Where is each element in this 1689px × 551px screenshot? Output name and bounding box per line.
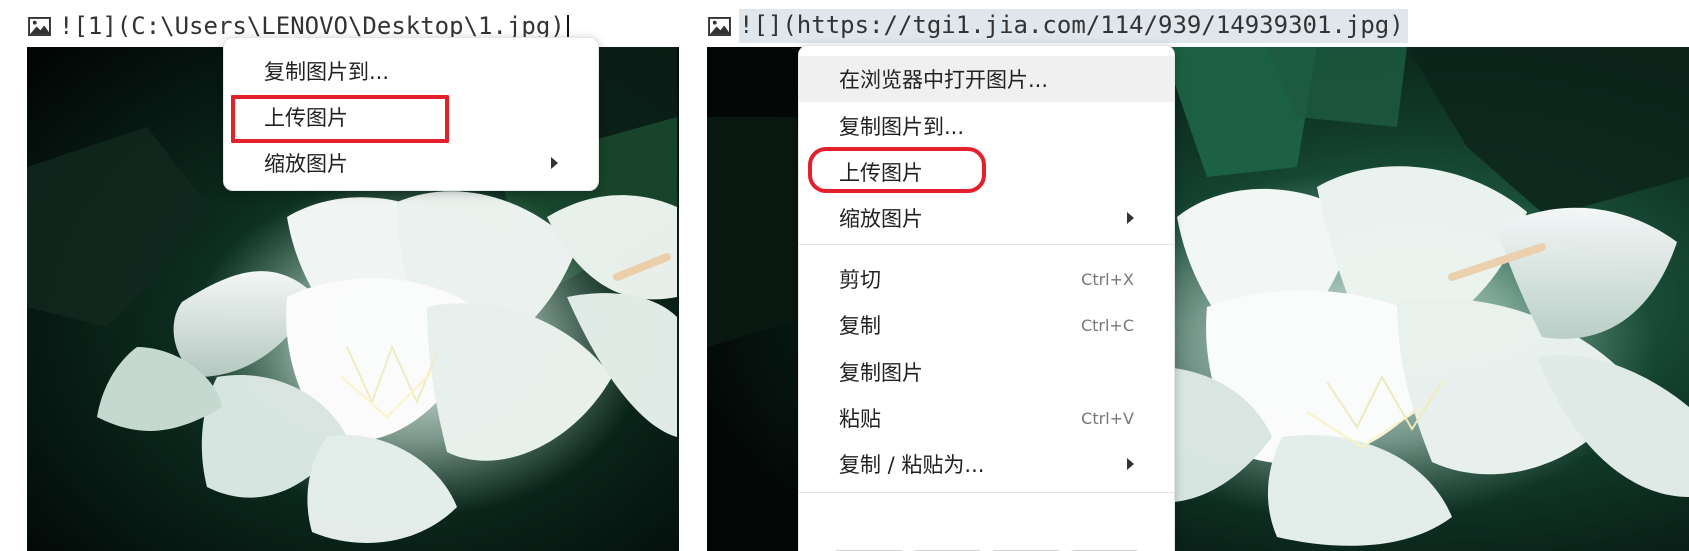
menu-item-label: 在浏览器中打开图片... <box>839 68 1049 92</box>
markdown-image-url-text: ![](https://tgi1.jia.com/114/939/1493930… <box>739 9 1408 43</box>
keyboard-shortcut: Ctrl+X <box>1081 269 1134 289</box>
menu-item-label: 复制图片到... <box>839 115 965 139</box>
image-context-menu-left: 复制图片到... 上传图片 缩放图片 <box>223 37 599 191</box>
menu-item-label: 剪切 <box>839 268 881 292</box>
menu-item-label: 缩放图片 <box>839 207 923 231</box>
markdown-image-source-text: ![1](C:\Users\LENOVO\Desktop\1.jpg) <box>59 12 565 40</box>
keyboard-shortcut: Ctrl+C <box>1080 315 1134 335</box>
upload-image-menu-item[interactable]: 上传图片 <box>224 94 598 140</box>
markdown-image-source-right[interactable]: ![](https://tgi1.jia.com/114/939/1493930… <box>708 6 1508 46</box>
image-context-menu-right: 在浏览器中打开图片... 复制图片到... 上传图片 缩放图片 剪切 Ctrl+… <box>798 45 1175 551</box>
paste-menu-item[interactable]: 粘贴 Ctrl+V <box>799 395 1174 441</box>
submenu-arrow-icon <box>551 157 558 169</box>
menu-item-label: 复制 / 粘贴为... <box>839 453 985 477</box>
menu-item-label: 复制 <box>839 314 881 338</box>
zoom-image-menu-item[interactable]: 缩放图片 <box>224 140 598 186</box>
menu-item-label: 上传图片 <box>264 106 348 130</box>
copy-paste-as-menu-item[interactable]: 复制 / 粘贴为... <box>799 441 1174 487</box>
image-icon <box>28 16 51 36</box>
keyboard-shortcut: Ctrl+V <box>1081 408 1134 428</box>
copy-image-to-menu-item[interactable]: 复制图片到... <box>224 48 598 94</box>
copy-image-to-menu-item[interactable]: 复制图片到... <box>799 103 1174 149</box>
menu-item-label: 复制图片 <box>839 361 923 385</box>
copy-image-menu-item[interactable]: 复制图片 <box>799 349 1174 395</box>
upload-image-menu-item[interactable]: 上传图片 <box>799 149 1174 195</box>
copy-menu-item[interactable]: 复制 Ctrl+C <box>799 302 1174 348</box>
zoom-image-menu-item[interactable]: 缩放图片 <box>799 195 1174 241</box>
menu-item-label: 上传图片 <box>839 161 923 185</box>
menu-item-label: 复制图片到... <box>264 60 390 84</box>
submenu-arrow-icon <box>1127 458 1134 470</box>
menu-item-label: 粘贴 <box>839 407 881 431</box>
screenshot-root: ![1](C:\Users\LENOVO\Desktop\1.jpg) ![](… <box>0 0 1689 551</box>
submenu-arrow-icon <box>1127 212 1134 224</box>
open-image-in-browser-menu-item[interactable]: 在浏览器中打开图片... <box>799 56 1174 102</box>
menu-separator <box>799 492 1174 493</box>
cut-menu-item[interactable]: 剪切 Ctrl+X <box>799 256 1174 302</box>
menu-separator <box>799 244 1174 245</box>
image-icon <box>708 16 731 36</box>
menu-item-label: 缩放图片 <box>264 152 348 176</box>
